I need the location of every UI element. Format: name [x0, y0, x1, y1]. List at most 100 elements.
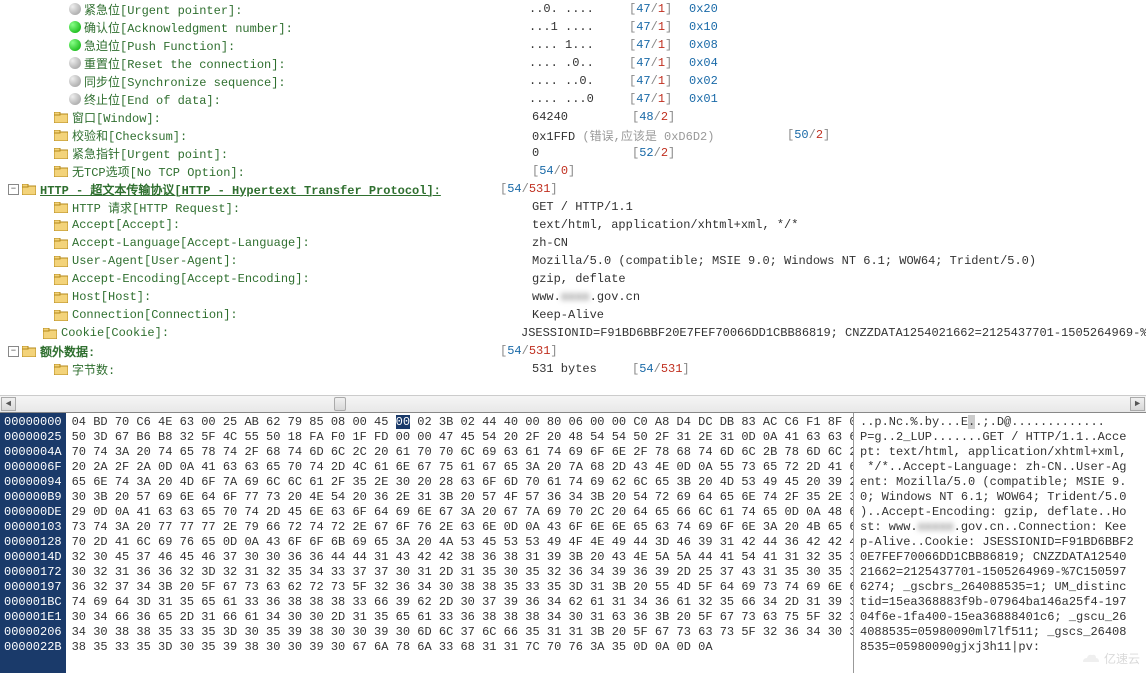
- field-icon: [54, 364, 68, 375]
- flag-fin[interactable]: 终止位[End of data]:.... ...0[47/1]0x01: [0, 90, 1146, 108]
- field-value: Keep-Alive: [532, 308, 604, 322]
- hex-offsets: 00000000 00000025 0000004A 0000006F 0000…: [0, 413, 66, 673]
- flag-hex: 0x02: [689, 74, 718, 88]
- flag-hex: 0x01: [689, 92, 718, 106]
- flag-ref: [47/1]: [629, 20, 689, 34]
- field-ref: [54/0]: [532, 164, 575, 178]
- field-value: text/html, application/xhtml+xml, */*: [532, 218, 798, 232]
- field-value: 0x1FFD: [532, 130, 575, 144]
- flag-label: 确认位[Acknowledgment number]:: [84, 19, 529, 36]
- hex-dump[interactable]: 00000000 00000025 0000004A 0000006F 0000…: [0, 412, 1146, 673]
- field-label: Connection[Connection]:: [72, 308, 532, 322]
- field-label: Accept-Encoding[Accept-Encoding]:: [72, 272, 532, 286]
- field-value: www.xxxx.gov.cn: [532, 290, 640, 304]
- field-label: 校验和[Checksum]:: [72, 127, 532, 144]
- field-label: 紧急指针[Urgent point]:: [72, 145, 532, 162]
- field-icon: [54, 274, 68, 285]
- field-value: 531 bytes: [532, 362, 632, 376]
- collapse-icon[interactable]: −: [8, 346, 19, 357]
- tcp-checksum[interactable]: 校验和[Checksum]:0x1FFD (错误,应该是 0xD6D2)[50/…: [0, 126, 1146, 144]
- hex-ascii[interactable]: ..p.Nc.%.by...E..;.D@............. P=g..…: [854, 413, 1146, 673]
- flag-hex: 0x20: [689, 2, 718, 16]
- flag-label: 终止位[End of data]:: [84, 91, 529, 108]
- http-cookie[interactable]: Cookie[Cookie]:JSESSIONID=F91BD6BBF20E7F…: [0, 324, 1146, 342]
- extra-bytes[interactable]: 字节数:531 bytes[54/531]: [0, 360, 1146, 378]
- flag-reset[interactable]: 重置位[Reset the connection]:.... .0..[47/1…: [0, 54, 1146, 72]
- http-connection[interactable]: Connection[Connection]:Keep-Alive: [0, 306, 1146, 324]
- http-header-label: HTTP - 超文本传输协议[HTTP - Hypertext Transfer…: [40, 181, 500, 198]
- flag-hex: 0x08: [689, 38, 718, 52]
- field-value: GET / HTTP/1.1: [532, 200, 633, 214]
- tcp-noopt[interactable]: 无TCP选项[No TCP Option]:[54/0]: [0, 162, 1146, 180]
- field-value: Mozilla/5.0 (compatible; MSIE 9.0; Windo…: [532, 254, 1036, 268]
- flag-hex: 0x04: [689, 56, 718, 70]
- field-icon: [54, 166, 68, 177]
- field-icon: [54, 310, 68, 321]
- field-error: (错误,应该是 0xD6D2): [582, 130, 714, 144]
- flag-ref: [47/1]: [629, 92, 689, 106]
- horizontal-scrollbar[interactable]: ◄ ►: [0, 395, 1146, 412]
- field-icon: [54, 112, 68, 123]
- http-accept-enc[interactable]: Accept-Encoding[Accept-Encoding]:gzip, d…: [0, 270, 1146, 288]
- flag-status-icon: [69, 21, 81, 33]
- protocol-icon: [22, 184, 36, 195]
- scroll-left-arrow[interactable]: ◄: [1, 397, 16, 411]
- field-value: 64240: [532, 110, 568, 124]
- flag-status-icon: [69, 39, 81, 51]
- field-icon: [54, 130, 68, 141]
- flag-bits: .... ...0: [529, 92, 629, 106]
- http-request[interactable]: HTTP 请求[HTTP Request]:GET / HTTP/1.1: [0, 198, 1146, 216]
- field-value: zh-CN: [532, 236, 568, 250]
- hex-bytes[interactable]: 04 BD 70 C6 4E 63 00 25 AB 62 79 85 08 0…: [66, 413, 854, 673]
- field-icon: [54, 148, 68, 159]
- flag-push[interactable]: 急迫位[Push Function]:.... 1...[47/1]0x08: [0, 36, 1146, 54]
- flag-ref: [47/1]: [629, 56, 689, 70]
- http-section[interactable]: − HTTP - 超文本传输协议[HTTP - Hypertext Transf…: [0, 180, 1146, 198]
- flag-label: 急迫位[Push Function]:: [84, 37, 529, 54]
- flag-bits: ..0. ....: [529, 2, 629, 16]
- collapse-icon[interactable]: −: [8, 184, 19, 195]
- flag-urgent[interactable]: 紧急位[Urgent pointer]:..0. ....[47/1]0x20: [0, 0, 1146, 18]
- field-ref: [48/2]: [632, 110, 675, 124]
- field-label: 无TCP选项[No TCP Option]:: [72, 163, 532, 180]
- field-label: Accept[Accept]:: [72, 218, 532, 232]
- flag-status-icon: [69, 93, 81, 105]
- flag-label: 紧急位[Urgent pointer]:: [84, 1, 529, 18]
- protocol-icon: [22, 346, 36, 357]
- flag-bits: .... .0..: [529, 56, 629, 70]
- flag-syn[interactable]: 同步位[Synchronize sequence]:.... ..0.[47/1…: [0, 72, 1146, 90]
- http-host[interactable]: Host[Host]:www.xxxx.gov.cn: [0, 288, 1146, 306]
- packet-tree[interactable]: 紧急位[Urgent pointer]:..0. ....[47/1]0x20确…: [0, 0, 1146, 395]
- flag-label: 同步位[Synchronize sequence]:: [84, 73, 529, 90]
- field-icon: [43, 328, 57, 339]
- field-label: Accept-Language[Accept-Language]:: [72, 236, 532, 250]
- field-label: Host[Host]:: [72, 290, 532, 304]
- flag-bits: .... 1...: [529, 38, 629, 52]
- flag-bits: .... ..0.: [529, 74, 629, 88]
- field-ref: [54/531]: [632, 362, 690, 376]
- field-label: 字节数:: [72, 361, 532, 378]
- field-icon: [54, 292, 68, 303]
- http-accept[interactable]: Accept[Accept]:text/html, application/xh…: [0, 216, 1146, 234]
- field-value: JSESSIONID=F91BD6BBF20E7FEF70066DD1CBB86…: [521, 326, 1146, 340]
- flag-ref: [47/1]: [629, 74, 689, 88]
- scroll-thumb[interactable]: [334, 397, 346, 411]
- tcp-urgptr[interactable]: 紧急指针[Urgent point]:0[52/2]: [0, 144, 1146, 162]
- watermark: 亿速云: [1080, 650, 1140, 667]
- extra-section[interactable]: − 额外数据: [54/531]: [0, 342, 1146, 360]
- field-icon: [54, 238, 68, 249]
- field-label: Cookie[Cookie]:: [61, 326, 521, 340]
- field-icon: [54, 220, 68, 231]
- flag-ref: [47/1]: [629, 38, 689, 52]
- extra-header-label: 额外数据:: [40, 343, 500, 360]
- flag-status-icon: [69, 57, 81, 69]
- field-value: gzip, deflate: [532, 272, 626, 286]
- flag-ref: [47/1]: [629, 2, 689, 16]
- scroll-right-arrow[interactable]: ►: [1130, 397, 1145, 411]
- flag-ack[interactable]: 确认位[Acknowledgment number]:...1 ....[47/…: [0, 18, 1146, 36]
- field-value: 0: [532, 146, 539, 160]
- http-accept-lang[interactable]: Accept-Language[Accept-Language]:zh-CN: [0, 234, 1146, 252]
- tcp-window[interactable]: 窗口[Window]:64240[48/2]: [0, 108, 1146, 126]
- http-user-agent[interactable]: User-Agent[User-Agent]:Mozilla/5.0 (comp…: [0, 252, 1146, 270]
- flag-bits: ...1 ....: [529, 20, 629, 34]
